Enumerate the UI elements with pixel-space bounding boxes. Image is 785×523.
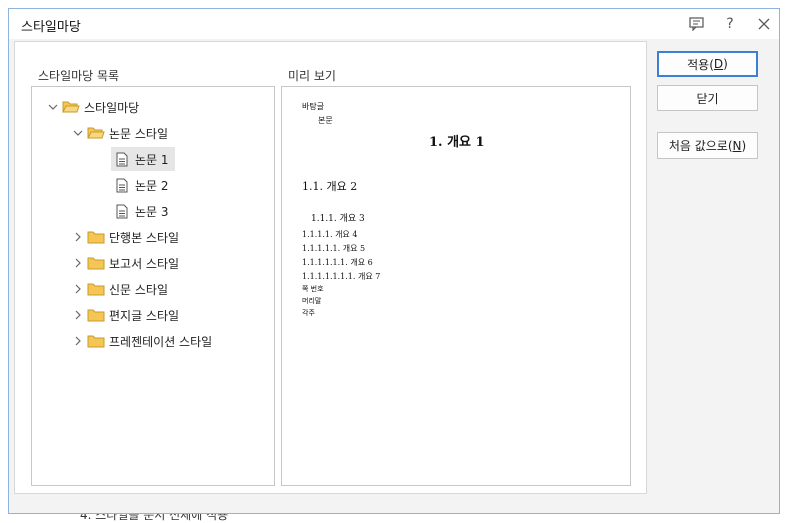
preview-outline-2: 1.1. 개요 2 xyxy=(302,180,358,193)
help-icon[interactable]: ? xyxy=(720,14,740,34)
preview-outline-1: 1. 개요 1 xyxy=(429,135,485,150)
tree-item-thesis-2[interactable]: 논문 2 xyxy=(111,173,169,197)
chevron-down-icon[interactable] xyxy=(71,126,85,140)
tree-item-thesis-3[interactable]: 논문 3 xyxy=(111,199,169,223)
title-bar: 스타일마당 ? xyxy=(9,9,779,39)
preview-header: 머리말 xyxy=(302,297,322,305)
tree-item-label: 프레젠테이션 스타일 xyxy=(109,334,213,349)
preview-page-number: 쪽 번호 xyxy=(302,285,324,293)
preview-outline-3: 1.1.1. 개요 3 xyxy=(311,214,365,224)
folder-icon xyxy=(87,255,105,271)
folder-icon xyxy=(87,333,105,349)
close-icon[interactable] xyxy=(754,14,774,34)
open-folder-icon xyxy=(87,125,105,141)
tree-item-thesis-style[interactable]: 논문 스타일 xyxy=(71,121,168,145)
open-folder-icon xyxy=(62,99,80,115)
chevron-right-icon[interactable] xyxy=(71,230,85,244)
document-icon xyxy=(113,177,131,193)
document-icon xyxy=(113,151,131,167)
tree-item-label: 보고서 스타일 xyxy=(109,256,180,271)
tree-item-label: 편지글 스타일 xyxy=(109,308,180,323)
close-button[interactable]: 닫기 xyxy=(657,85,758,111)
preview-outline-6: 1.1.1.1.1.1. 개요 6 xyxy=(302,258,373,267)
reset-text: 처음 값으로( xyxy=(668,139,733,153)
folder-icon xyxy=(87,281,105,297)
tree-item-report-style[interactable]: 보고서 스타일 xyxy=(71,251,179,275)
tree-item-label: 논문 2 xyxy=(135,178,169,193)
chevron-right-icon[interactable] xyxy=(71,308,85,322)
tree-item-label: 논문 1 xyxy=(135,152,169,167)
dialog-title: 스타일마당 xyxy=(21,20,81,35)
preview-footnote: 각주 xyxy=(302,309,315,317)
tree-item-label: 논문 스타일 xyxy=(109,126,169,141)
apply-close-paren: ) xyxy=(723,57,728,71)
chevron-right-icon[interactable] xyxy=(71,334,85,348)
preview-normal: 바탕글 xyxy=(302,102,325,111)
document-icon xyxy=(113,203,131,219)
folder-icon xyxy=(87,229,105,245)
chevron-down-icon[interactable] xyxy=(46,100,60,114)
tree-item-book-style[interactable]: 단행본 스타일 xyxy=(71,225,179,249)
reset-accel-key: N xyxy=(732,138,742,153)
apply-text: 적용( xyxy=(687,57,714,72)
preview-outline-7: 1.1.1.1.1.1.1. 개요 7 xyxy=(302,272,381,281)
apply-accel-key: D xyxy=(713,57,724,71)
comment-icon[interactable] xyxy=(686,14,706,34)
folder-icon xyxy=(87,307,105,323)
chevron-right-icon[interactable] xyxy=(71,282,85,296)
close-text: 닫기 xyxy=(696,91,719,106)
tree-item-presentation-style[interactable]: 프레젠테이션 스타일 xyxy=(71,329,212,353)
tree-item-thesis-1[interactable]: 논문 1 xyxy=(111,147,175,171)
tree-item-letter-style[interactable]: 편지글 스타일 xyxy=(71,303,179,327)
preview-outline-5: 1.1.1.1.1. 개요 5 xyxy=(302,244,366,253)
tree-item-label: 논문 3 xyxy=(135,204,169,219)
tree-item-label: 신문 스타일 xyxy=(109,282,169,297)
tree-item-label: 단행본 스타일 xyxy=(109,230,180,245)
preview-label: 미리 보기 xyxy=(288,69,336,83)
tree-item-newspaper-style[interactable]: 신문 스타일 xyxy=(71,277,168,301)
style-list-label: 스타일마당 목록 xyxy=(38,69,120,83)
preview-outline-4: 1.1.1.1. 개요 4 xyxy=(302,230,358,239)
apply-button[interactable]: 적용(D) xyxy=(657,51,758,77)
tree-root-label: 스타일마당 xyxy=(84,100,140,115)
chevron-right-icon[interactable] xyxy=(71,256,85,270)
reset-close-paren: ) xyxy=(741,138,747,153)
tree-root-item[interactable]: 스타일마당 xyxy=(46,95,139,119)
reset-defaults-button[interactable]: 처음 값으로(N) xyxy=(657,132,758,159)
preview-body: 본문 xyxy=(318,116,333,125)
